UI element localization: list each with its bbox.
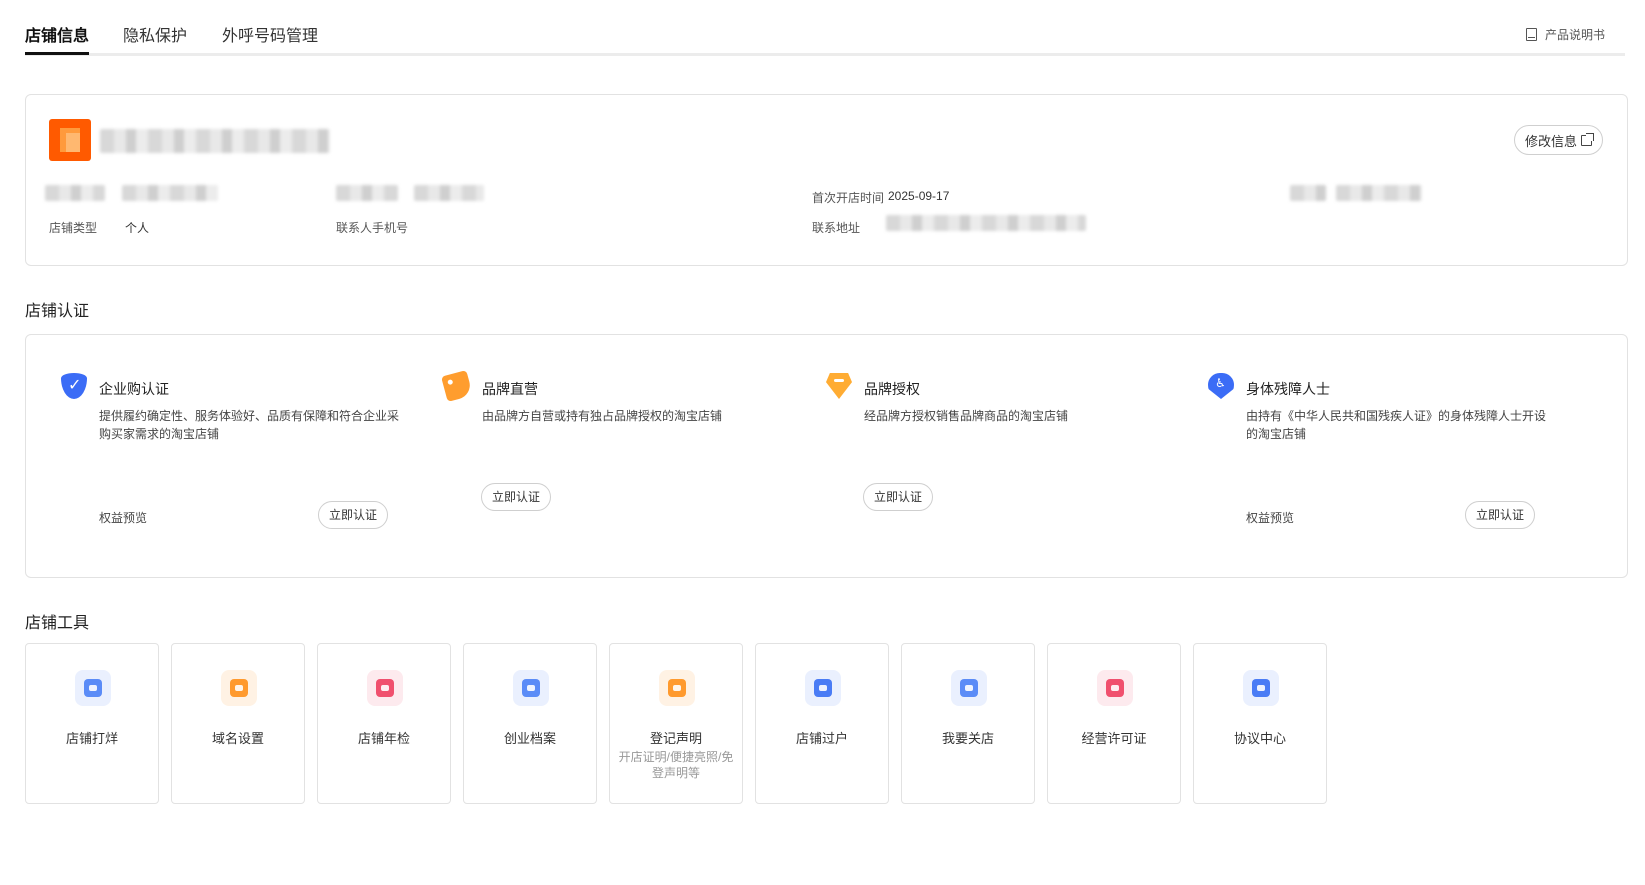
- tool-label: 店铺过户: [795, 731, 848, 746]
- tool-label: 协议中心: [1233, 731, 1286, 746]
- tool-subtitle: 开店证明/便捷亮照/免登声明等: [618, 750, 734, 780]
- orange-tag-icon: [441, 370, 473, 402]
- book-icon: [1525, 28, 1537, 41]
- orange-diamond-icon: [826, 373, 852, 399]
- product-manual-label: 产品说明书: [1544, 28, 1605, 42]
- tool-shop-closed[interactable]: 店铺打烊: [25, 643, 159, 804]
- perk-preview-link[interactable]: 权益预览: [99, 509, 147, 526]
- domain-settings-icon: [221, 670, 257, 706]
- tool-agreement-center[interactable]: 协议中心: [1193, 643, 1327, 804]
- store-logo: [49, 119, 91, 161]
- redacted-value: [122, 185, 218, 201]
- tab-privacy-protection[interactable]: 隐私保护: [123, 22, 187, 46]
- top-tab-bar: 店铺信息 隐私保护 外呼号码管理 产品说明书: [25, 0, 1625, 56]
- agreement-center-icon: [1243, 670, 1279, 706]
- tool-label: 登记声明: [649, 731, 702, 746]
- tool-label: 我要关店: [941, 731, 994, 746]
- external-link-icon: [1581, 132, 1594, 146]
- contact-phone-label: 联系人手机号: [336, 221, 409, 235]
- certify-now-button[interactable]: 立即认证: [1465, 501, 1536, 529]
- cert-description: 经品牌方授权销售品牌商品的淘宝店铺: [864, 409, 1069, 423]
- tool-business-license[interactable]: 经营许可证: [1047, 643, 1181, 804]
- contact-address-label: 联系地址: [812, 221, 861, 235]
- edit-info-button[interactable]: 修改信息: [1513, 125, 1603, 155]
- tab-outbound-number-management[interactable]: 外呼号码管理: [222, 22, 318, 46]
- tool-label: 创业档案: [503, 731, 556, 746]
- perk-preview-link[interactable]: 权益预览: [1246, 509, 1294, 526]
- annual-inspection-icon: [367, 670, 403, 706]
- tool-close-shop[interactable]: 我要关店: [901, 643, 1035, 804]
- active-tab-indicator: [25, 52, 89, 55]
- tool-annual-inspection[interactable]: 店铺年检: [317, 643, 451, 804]
- cert-title: 品牌直营: [482, 381, 538, 397]
- first-open-time-label: 首次开店时间: [812, 191, 885, 205]
- store-info-card: 修改信息 首次开店时间 2025-09-17 店铺类型 个人 联系人手机号 联系…: [25, 94, 1628, 266]
- tool-business-archive[interactable]: 创业档案: [463, 643, 597, 804]
- first-open-time-value: 2025-09-17: [888, 189, 950, 203]
- business-license-icon: [1097, 670, 1133, 706]
- tool-label: 店铺年检: [357, 731, 410, 746]
- blue-shield-check-icon: [61, 373, 87, 399]
- blue-heart-accessibility-icon: [1208, 373, 1234, 399]
- cert-description: 提供履约确定性、服务体验好、品质有保障和符合企业采购买家需求的淘宝店铺: [99, 409, 400, 441]
- redacted-value: [1336, 185, 1422, 201]
- close-shop-icon: [951, 670, 987, 706]
- cert-title: 品牌授权: [864, 381, 920, 397]
- tool-domain-settings[interactable]: 域名设置: [171, 643, 305, 804]
- product-manual-link[interactable]: 产品说明书: [1525, 26, 1605, 43]
- shop-type-label: 店铺类型: [49, 221, 98, 235]
- redacted-label: [1290, 185, 1326, 201]
- business-archive-icon: [513, 670, 549, 706]
- tools-section-title: 店铺工具: [25, 615, 90, 632]
- store-name-redacted: [100, 129, 330, 153]
- certify-now-button[interactable]: 立即认证: [481, 483, 552, 511]
- registration-statement-icon: [659, 670, 695, 706]
- certify-now-button[interactable]: 立即认证: [863, 483, 934, 511]
- tool-label: 域名设置: [211, 731, 264, 746]
- cert-description: 由持有《中华人民共和国残疾人证》的身体残障人士开设的淘宝店铺: [1246, 409, 1547, 441]
- edit-info-label: 修改信息: [1524, 133, 1577, 149]
- cert-title: 身体残障人士: [1246, 381, 1330, 397]
- contact-address-redacted: [886, 215, 1086, 231]
- redacted-label: [336, 185, 398, 201]
- tool-label: 经营许可证: [1081, 731, 1147, 746]
- tab-store-info[interactable]: 店铺信息: [25, 22, 89, 46]
- cert-title: 企业购认证: [99, 381, 169, 397]
- shop-transfer-icon: [805, 670, 841, 706]
- tool-shop-transfer[interactable]: 店铺过户: [755, 643, 889, 804]
- tool-label: 店铺打烊: [65, 731, 118, 746]
- certify-now-button[interactable]: 立即认证: [318, 501, 389, 529]
- redacted-label: [45, 185, 105, 201]
- cert-description: 由品牌方自营或持有独占品牌授权的淘宝店铺: [482, 409, 723, 423]
- cert-section-title: 店铺认证: [25, 303, 90, 320]
- redacted-value: [414, 185, 484, 201]
- cert-card: 企业购认证 提供履约确定性、服务体验好、品质有保障和符合企业采购买家需求的淘宝店…: [25, 334, 1628, 578]
- shop-closed-icon: [75, 670, 111, 706]
- shop-type-value: 个人: [125, 221, 150, 235]
- tool-registration-statement[interactable]: 登记声明 开店证明/便捷亮照/免登声明等: [609, 643, 743, 804]
